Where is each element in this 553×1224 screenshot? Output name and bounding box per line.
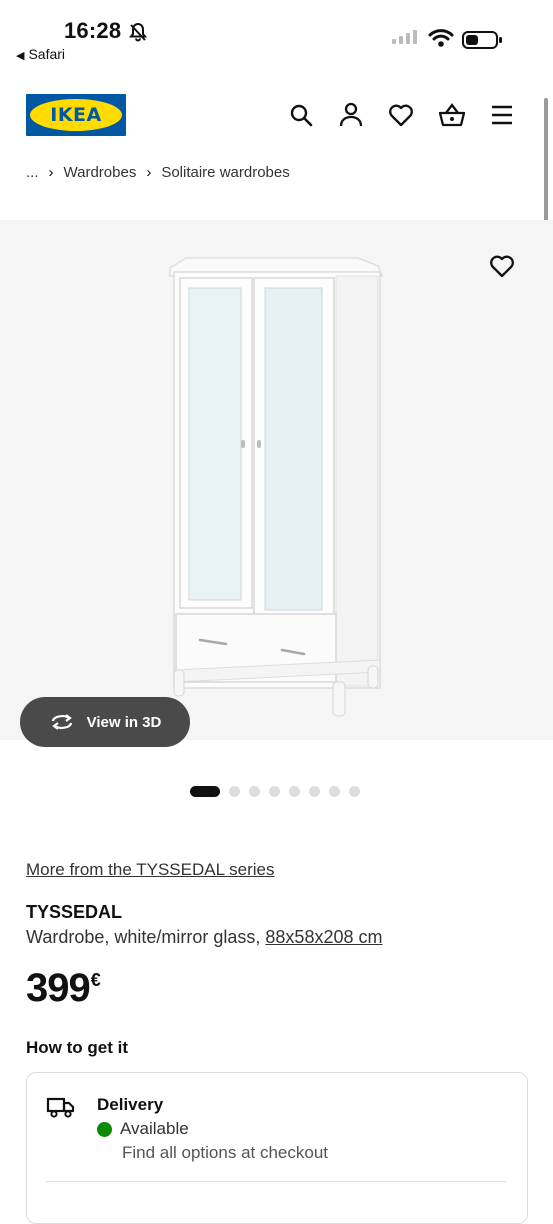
bell-muted-icon [128, 22, 148, 47]
page-scrollbar[interactable] [544, 98, 548, 222]
breadcrumb-ellipsis[interactable]: ... [26, 164, 39, 181]
card-divider [46, 1181, 506, 1182]
pagination-dot[interactable] [269, 786, 280, 797]
price-currency: € [90, 970, 101, 990]
search-icon[interactable] [286, 100, 316, 130]
product-name: TYSSEDAL [26, 902, 123, 922]
battery-icon [462, 30, 504, 55]
product-dimensions-link[interactable]: 88x58x208 cm [265, 927, 382, 947]
price-value: 399 [26, 966, 91, 1010]
view-in-3d-label: View in 3D [86, 713, 162, 731]
heart-icon[interactable] [386, 100, 416, 130]
breadcrumb: ... › Wardrobes › Solitaire wardrobes [26, 164, 290, 181]
breadcrumb-solitaire-wardrobes[interactable]: Solitaire wardrobes [161, 164, 289, 181]
how-to-get-it-heading: How to get it [26, 1038, 128, 1057]
chevron-right-icon: › [48, 164, 54, 181]
menu-icon[interactable] [487, 100, 517, 130]
save-to-favourites-heart-icon[interactable] [486, 250, 518, 282]
delivery-note: Find all options at checkout [122, 1143, 329, 1162]
available-status-dot [97, 1121, 112, 1137]
chevron-right-icon: › [146, 164, 152, 181]
breadcrumb-wardrobes[interactable]: Wardrobes [64, 164, 137, 181]
image-pagination-dots [190, 786, 360, 797]
series-link[interactable]: More from the TYSSEDAL series [26, 860, 274, 880]
pagination-dot[interactable] [309, 786, 320, 797]
basket-icon[interactable] [437, 100, 467, 130]
rotate-3d-icon [51, 714, 72, 730]
product-description-text: Wardrobe, white/mirror glass, [26, 927, 266, 947]
delivery-availability: Available [97, 1119, 189, 1139]
product-description: Wardrobe, white/mirror glass, 88x58x208 … [26, 927, 382, 948]
delivery-title: Delivery [97, 1095, 164, 1114]
status-time: 16:28 [64, 18, 122, 43]
delivery-status: Available [120, 1119, 189, 1138]
view-in-3d-button[interactable]: View in 3D [20, 697, 190, 747]
product-price: 399€ [26, 966, 101, 1011]
wardrobe-illustration [169, 257, 384, 717]
user-icon[interactable] [336, 100, 366, 130]
delivery-truck-icon [46, 1095, 76, 1124]
pagination-dot[interactable] [289, 786, 300, 797]
pagination-dot[interactable] [349, 786, 360, 797]
back-app-label: Safari [28, 46, 66, 62]
product-image[interactable] [0, 220, 553, 740]
back-triangle-icon: ◀ [16, 50, 25, 62]
pagination-dot[interactable] [329, 786, 340, 797]
ikea-logo[interactable]: IKEA [26, 94, 126, 136]
pagination-dot-active[interactable] [190, 786, 220, 797]
wifi-icon [428, 28, 454, 53]
pagination-dot[interactable] [249, 786, 260, 797]
logo-text: IKEA [50, 104, 102, 126]
back-to-app-link[interactable]: ◀ Safari [16, 46, 65, 62]
cellular-signal-icon [392, 30, 417, 44]
pagination-dot[interactable] [229, 786, 240, 797]
